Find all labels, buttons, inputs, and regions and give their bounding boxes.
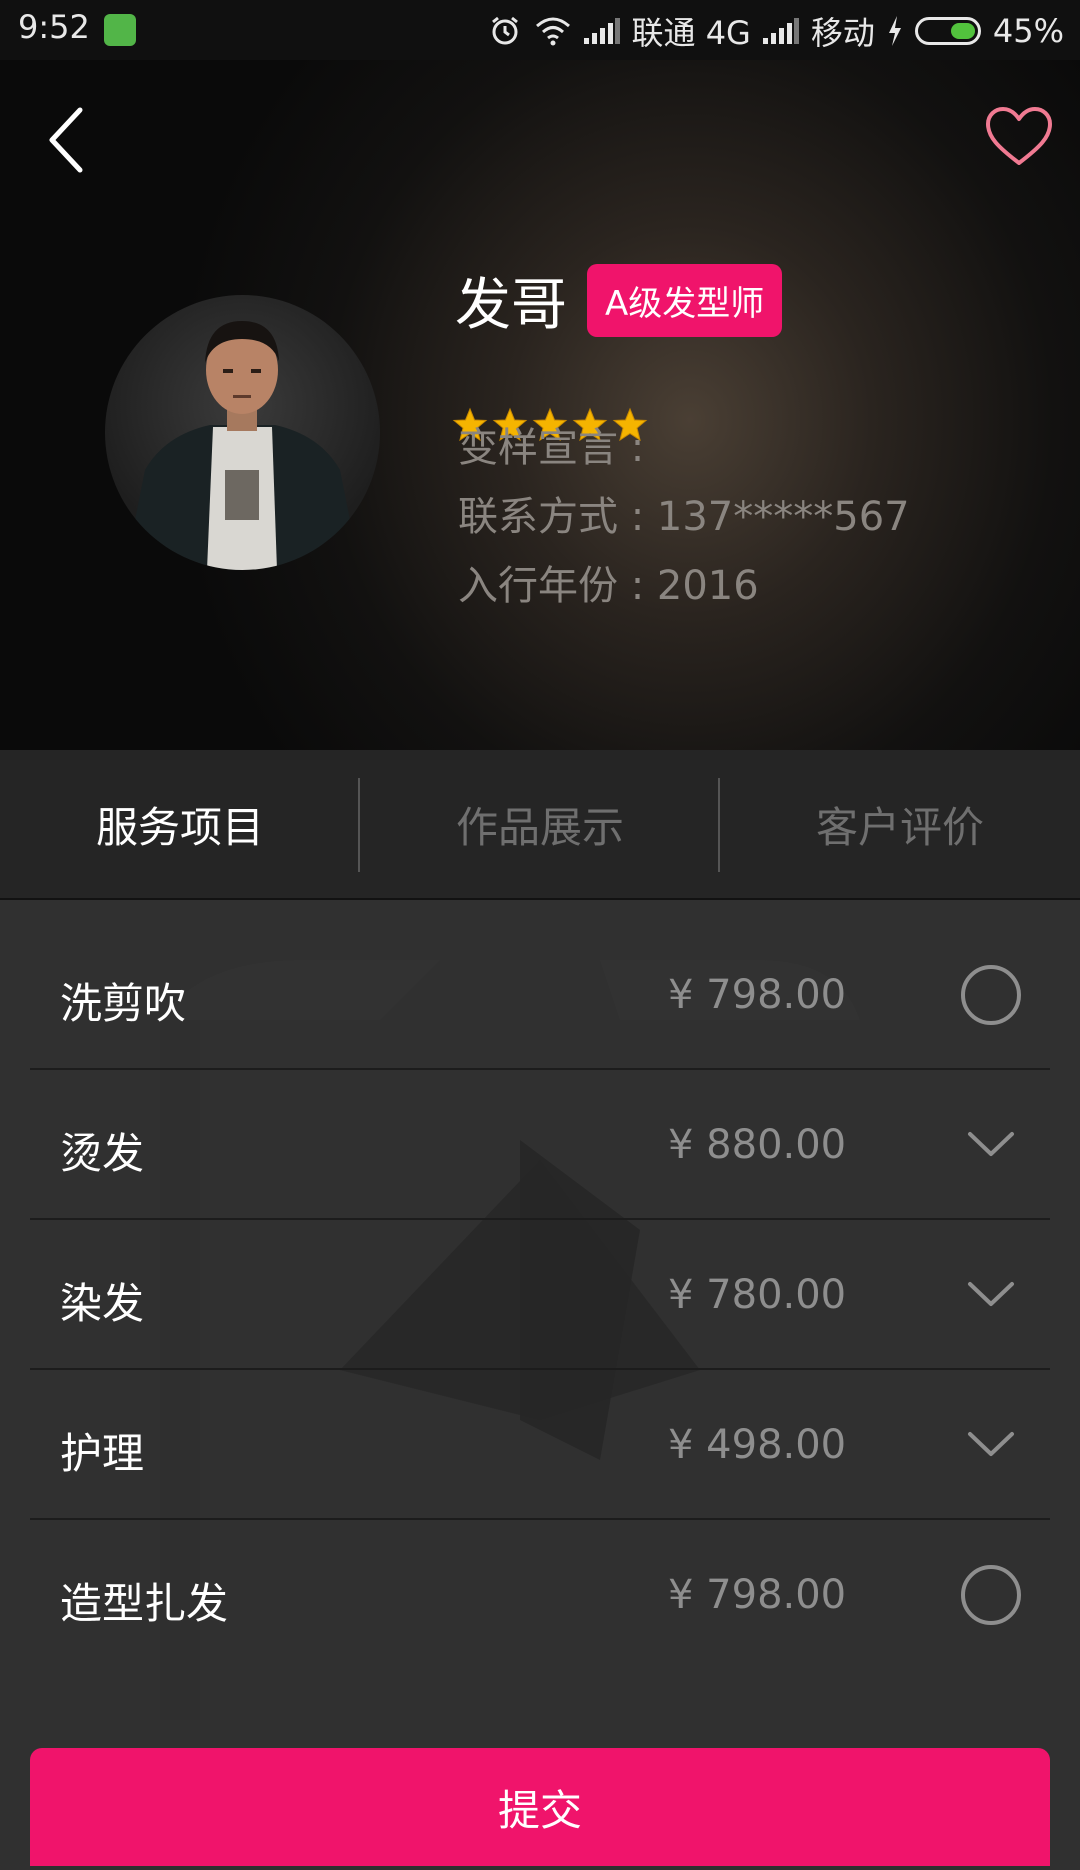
charging-icon [888,16,901,46]
service-price: ¥ 880.00 [668,1122,847,1168]
chevron-down-icon[interactable] [960,1414,1022,1476]
chevron-down-icon[interactable] [960,1264,1022,1326]
tab-label: 客户评价 [815,802,984,852]
favorite-heart-icon[interactable] [984,105,1054,170]
stylist-name: 发哥 [455,273,567,338]
name-row: 发哥 A级发型师 [455,260,783,341]
back-button[interactable] [40,100,100,180]
avatar-photo [125,321,360,570]
service-row-0[interactable]: 洗剪吹 ¥ 798.00 [30,920,1050,1070]
service-row-3[interactable]: 护理 ¥ 498.00 [30,1370,1050,1520]
stylist-avatar [105,295,380,570]
status-bar: 9:52 联通 4G 移动 45% [0,0,1080,60]
motto-line: 变样宣言 : [458,425,645,471]
carrier-2: 移动 [810,14,875,52]
radio-circle-icon[interactable] [960,964,1022,1026]
level-badge: A级发型师 [587,264,783,337]
carrier-1: 联通 4G [631,14,751,52]
radio-circle-icon[interactable] [960,1564,1022,1626]
service-name: 造型扎发 [60,1579,229,1628]
service-list: 洗剪吹 ¥ 798.00 烫发 ¥ 880.00 染发 ¥ 780.00 护理 … [0,900,1080,1870]
tab-works[interactable]: 作品展示 [360,750,720,898]
service-price: ¥ 780.00 [668,1272,847,1318]
service-name: 护理 [60,1429,145,1478]
status-time: 9:52 [18,8,90,46]
chevron-down-icon[interactable] [960,1114,1022,1176]
tab-bar: 服务项目 作品展示 客户评价 [0,750,1080,900]
tab-reviews[interactable]: 客户评价 [720,750,1080,898]
battery-fill [950,23,975,39]
wifi-icon [535,17,570,46]
service-row-4[interactable]: 造型扎发 ¥ 798.00 [30,1520,1050,1670]
contact-line: 联系方式 : 137*****567 [458,494,910,540]
tab-label: 服务项目 [95,802,264,852]
service-price: ¥ 498.00 [668,1422,847,1468]
signal-icon [583,18,620,44]
service-name: 烫发 [60,1129,145,1178]
status-icons: 联通 4G 移动 45% [488,8,1064,54]
stylist-header: 发哥 A级发型师 变样宣言 : 联系方式 : 137*****567 入行年份 … [0,60,1080,750]
since-line: 入行年份 : 2016 [458,563,759,609]
service-row-1[interactable]: 烫发 ¥ 880.00 [30,1070,1050,1220]
tab-label: 作品展示 [455,802,624,852]
battery-percent: 45% [992,12,1064,50]
signal-icon-2 [762,18,799,44]
service-row-2[interactable]: 染发 ¥ 780.00 [30,1220,1050,1370]
service-price: ¥ 798.00 [668,972,847,1018]
service-name: 染发 [60,1279,145,1328]
service-price: ¥ 798.00 [668,1572,847,1618]
service-name: 洗剪吹 [60,979,187,1028]
alarm-icon [491,16,518,45]
tab-services[interactable]: 服务项目 [0,750,360,898]
app-notification-icon [104,14,136,46]
battery-icon [914,17,981,45]
submit-button[interactable]: 提交 [30,1748,1050,1866]
